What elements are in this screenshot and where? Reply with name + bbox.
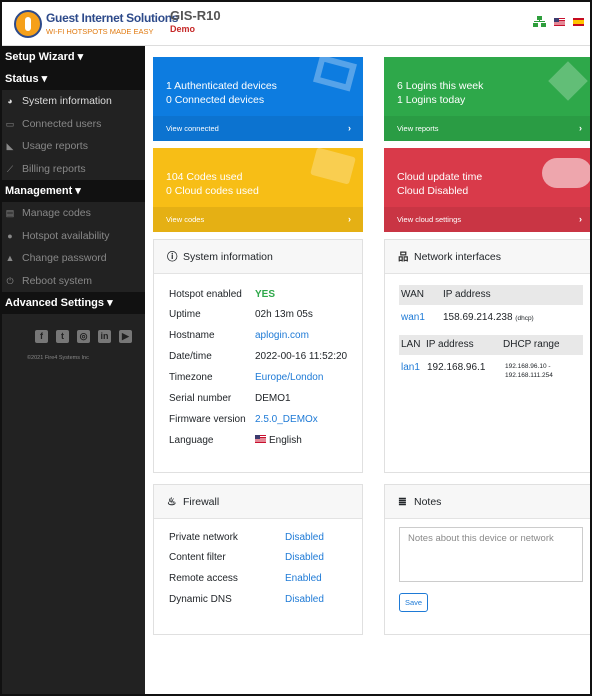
- window-border: [0, 0, 592, 696]
